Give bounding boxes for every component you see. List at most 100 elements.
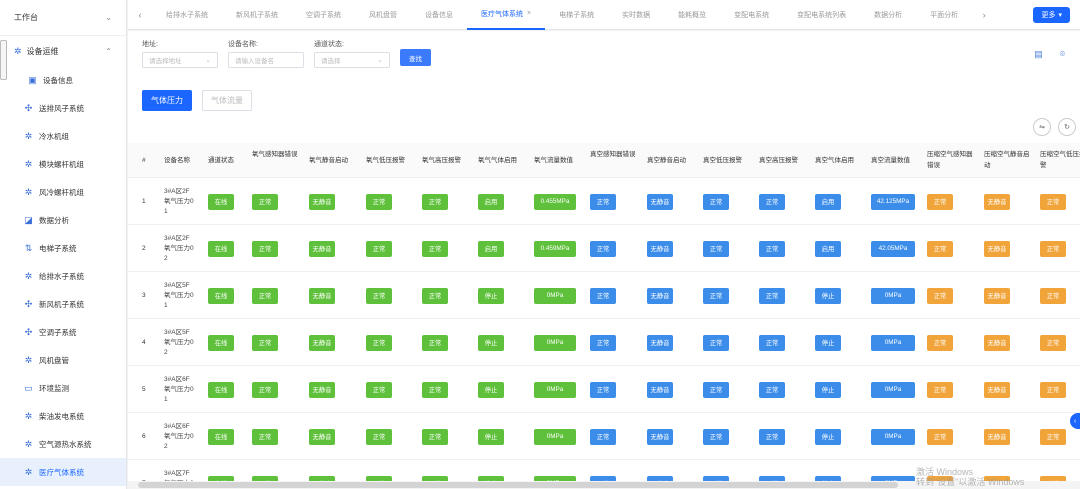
- column-header[interactable]: 氧气静音启动: [309, 155, 359, 166]
- column-header[interactable]: 压缩空气低压报警: [1040, 149, 1080, 171]
- tab[interactable]: 设备信息: [411, 0, 467, 30]
- refresh-icon[interactable]: ↻: [1058, 118, 1076, 136]
- column-header[interactable]: 真空高压报警: [759, 155, 809, 166]
- tab[interactable]: 实时数据: [608, 0, 664, 30]
- tab[interactable]: 风机盘管: [355, 0, 411, 30]
- cell-o2high: 正常: [422, 319, 448, 366]
- drag-handle[interactable]: [0, 40, 7, 80]
- status-badge: 无静音: [647, 381, 673, 398]
- table-row[interactable]: 2 3#A区2F 氧气压力0 2 在线 正常 无静音 正常 正常 启用 0.459MPa 正常 无静音 正…: [128, 225, 1080, 272]
- sidebar-item[interactable]: ✲ 空气源热水系统: [0, 430, 126, 458]
- cell-vaflow: 0MPa: [871, 366, 915, 413]
- cell-o2high: 正常: [422, 413, 448, 460]
- tab[interactable]: 变配电系统列表: [783, 0, 860, 30]
- sidebar-item[interactable]: ▣ 设备信息: [0, 66, 126, 94]
- status-badge: 无静音: [309, 193, 335, 210]
- tab[interactable]: 给排水子系统: [152, 0, 222, 30]
- tab-next-icon[interactable]: ›: [972, 10, 996, 20]
- location-icon[interactable]: ⌾: [1057, 49, 1068, 60]
- sidebar-item[interactable]: ✣ 送排风子系统: [0, 94, 126, 122]
- status-badge: 启用: [478, 193, 504, 210]
- tab-prev-icon[interactable]: ‹: [128, 10, 152, 20]
- cell-camute: 无静音: [984, 178, 1010, 225]
- status-badge: 无静音: [984, 240, 1010, 257]
- cell-ch: 在线: [208, 225, 234, 272]
- more-button[interactable]: 更多 ▾: [1033, 7, 1070, 23]
- cell-o2flow: 0MPa: [534, 413, 576, 460]
- column-header[interactable]: 真空感知器错误: [590, 149, 640, 160]
- column-header[interactable]: 氧气气体启用: [478, 155, 528, 166]
- status-badge: 停止: [815, 381, 841, 398]
- collapse-panel-icon[interactable]: ‹: [1070, 413, 1080, 429]
- cell-vamute: 无静音: [647, 366, 673, 413]
- tab[interactable]: 平面分析: [916, 0, 972, 30]
- status-select[interactable]: 请选择 ⌄: [314, 52, 390, 68]
- sidebar-items: ▣ 设备信息 ✣ 送排风子系统 ✲ 冷水机组 ✲ 模块螺杆机组 ✲ 风冷螺杆机组 ◪ 数据分析 ⇅ 电梯子…: [0, 66, 126, 486]
- tab[interactable]: 变配电系统: [720, 0, 783, 30]
- column-header[interactable]: 真空气体启用: [815, 155, 865, 166]
- cell-name: 3#A区5F 氧气压力0 2: [164, 319, 194, 366]
- sidebar-item[interactable]: ✲ 医疗气体系统: [0, 458, 126, 486]
- flow-tab[interactable]: 气体流量: [202, 90, 252, 111]
- table-row[interactable]: 3 3#A区5F 氧气压力0 1 在线 正常 无静音 正常 正常 停止 0MPa 正常 无静音 正常 正常 停…: [128, 272, 1080, 319]
- table-row[interactable]: 5 3#A区6F 氧气压力0 1 在线 正常 无静音 正常 正常 停止 0MPa 正常 无静音 正常 正常 停…: [128, 366, 1080, 413]
- name-filter: 设备名称: 请输入设备名: [228, 39, 304, 68]
- sidebar-item[interactable]: ✲ 冷水机组: [0, 122, 126, 150]
- export-icon[interactable]: ▤: [1033, 49, 1044, 60]
- sidebar-item[interactable]: ✲ 风机盘管: [0, 346, 126, 374]
- address-select[interactable]: 请选择地址 ⌄: [142, 52, 218, 68]
- sidebar-item[interactable]: ✲ 柴油发电系统: [0, 402, 126, 430]
- cell-vaen: 启用: [815, 178, 841, 225]
- tab-label: 空调子系统: [306, 11, 341, 19]
- sidebar-item[interactable]: ⇅ 电梯子系统: [0, 234, 126, 262]
- sidebar-item[interactable]: ✲ 给排水子系统: [0, 262, 126, 290]
- table-row[interactable]: 4 3#A区5F 氧气压力0 2 在线 正常 无静音 正常 正常 停止 0MPa 正常 无静音 正常 正常 停…: [128, 319, 1080, 366]
- sidebar-item[interactable]: ✲ 风冷螺杆机组: [0, 178, 126, 206]
- column-header[interactable]: 氧气感知器错误: [252, 149, 302, 160]
- status-badge: 停止: [815, 334, 841, 351]
- tab[interactable]: 能耗概览: [664, 0, 720, 30]
- tab[interactable]: 数据分析: [860, 0, 916, 30]
- tab[interactable]: 电梯子系统: [545, 0, 608, 30]
- tab[interactable]: 医疗气体系统 ×: [467, 0, 546, 30]
- column-header[interactable]: 真空低压报警: [703, 155, 753, 166]
- sidebar-item[interactable]: ✣ 空调子系统: [0, 318, 126, 346]
- sidebar-item[interactable]: ◪ 数据分析: [0, 206, 126, 234]
- pressure-tab[interactable]: 气体压力: [142, 90, 192, 111]
- cell-o2high: 正常: [422, 366, 448, 413]
- table-row[interactable]: 6 3#A区6F 氧气压力0 2 在线 正常 无静音 正常 正常 停止 0MPa 正常 无静音 正常 正常 停…: [128, 413, 1080, 460]
- close-icon[interactable]: ×: [527, 10, 531, 17]
- sidebar-workbench[interactable]: 工作台 ⌄: [0, 0, 126, 36]
- tab[interactable]: 新风机子系统: [222, 0, 292, 30]
- sidebar-item-label: 给排水子系统: [39, 271, 84, 281]
- column-settings-icon[interactable]: ⇋: [1033, 118, 1051, 136]
- column-header[interactable]: 氧气低压报警: [366, 155, 416, 166]
- column-header[interactable]: 氧气流量数值: [534, 155, 584, 166]
- gear-icon: ✲: [24, 466, 33, 477]
- status-badge: 启用: [815, 240, 841, 257]
- table-row[interactable]: 1 3#A区2F 氧气压力0 1 在线 正常 无静音 正常 正常 启用 0.455MPa 正常 无静音 正…: [128, 178, 1080, 225]
- search-button[interactable]: 查找: [400, 49, 431, 66]
- sidebar-item[interactable]: ▭ 环境监测: [0, 374, 126, 402]
- status-badge: 正常: [759, 287, 785, 304]
- column-header[interactable]: 压缩空气静音启动: [984, 149, 1034, 171]
- status-badge: 正常: [759, 381, 785, 398]
- tab[interactable]: 空调子系统: [292, 0, 355, 30]
- sidebar-item[interactable]: ✣ 新风机子系统: [0, 290, 126, 318]
- column-header[interactable]: 通道状态: [208, 155, 258, 166]
- tab-label: 变配电系统列表: [797, 11, 847, 19]
- device-name-line: 氧气压力0: [164, 291, 194, 299]
- scrollbar-thumb[interactable]: [138, 482, 898, 488]
- column-header[interactable]: 真空静音启动: [647, 155, 697, 166]
- sidebar-group-device-ops[interactable]: ✲ 设备运维 ⌃: [0, 36, 126, 66]
- cell-idx: 3: [142, 292, 146, 299]
- cell-o2mute: 无静音: [309, 272, 335, 319]
- column-header[interactable]: 氧气高压报警: [422, 155, 472, 166]
- cell-o2en: 停止: [478, 319, 504, 366]
- cell-valow: 正常: [703, 366, 729, 413]
- column-header[interactable]: 设备名称: [164, 155, 214, 166]
- column-header[interactable]: 真空流量数值: [871, 155, 921, 166]
- column-header[interactable]: 压缩空气感知器错误: [927, 149, 977, 171]
- sidebar-item[interactable]: ✲ 模块螺杆机组: [0, 150, 126, 178]
- device-name-input[interactable]: 请输入设备名: [228, 52, 304, 68]
